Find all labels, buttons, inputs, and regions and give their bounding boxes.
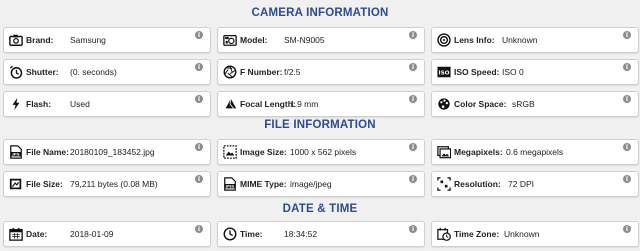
info-icon[interactable]: i [195,175,203,183]
info-icon[interactable]: i [623,225,631,233]
mime-type-card: JPEG MIME Type: image/jpeg i [217,171,425,197]
camera-information-grid: Brand: Samsung i Model: SM-N9005 i Lens … [3,27,639,117]
model-value: SM-N9005 [284,35,325,45]
file-information-heading: FILE INFORMATION [264,119,376,131]
iso-speed-label: ISO Speed: [454,67,500,77]
stopwatch-icon [8,64,24,80]
focal-length-value: 1.9 mm [290,99,319,109]
focal-length-label: Focal Length: [240,99,296,109]
focal-length-card: Focal Length: 1.9 mm i [217,91,425,117]
megapixels-value: 0.6 megapixels [506,147,564,157]
svg-text:JPEG: JPEG [225,185,235,189]
mime-type-label: MIME Type: [240,179,287,189]
camera-icon [8,32,24,48]
model-card: Model: SM-N9005 i [217,27,425,53]
iso-icon: ISO [436,64,452,80]
color-space-value: sRGB [512,99,535,109]
info-icon[interactable]: i [409,63,417,71]
info-icon[interactable]: i [623,143,631,151]
file-name-value: 20180109_183452.jpg [70,147,155,157]
date-time-grid: Date: 2018-01-09 i Time: 18:34:52 i Time… [3,221,639,247]
info-icon[interactable]: i [623,31,631,39]
resolution-icon [436,176,452,192]
lens-icon [436,32,452,48]
calendar-icon [8,226,24,242]
info-icon[interactable]: i [623,175,631,183]
info-icon[interactable]: i [409,31,417,39]
file-name-label: File Name: [26,147,69,157]
file-name-card: JPG File Name: 20180109_183452.jpg i [3,139,211,165]
flash-value: Used [70,99,90,109]
date-time-heading: DATE & TIME [282,203,358,215]
camera-model-icon [222,32,238,48]
color-space-label: Color Space: [454,99,507,109]
brand-card: Brand: Samsung i [3,27,211,53]
image-size-card: Image Size: 1000 x 562 pixels i [217,139,425,165]
file-size-value: 79,211 bytes (0.08 MB) [70,179,158,189]
resolution-card: Resolution: 72 DPI i [431,171,639,197]
time-value: 18:34:52 [284,229,318,239]
f-number-value: f/2.5 [284,67,301,77]
flash-label: Flash: [26,99,52,109]
megapixels-label: Megapixels: [454,147,503,157]
info-icon[interactable]: i [195,225,203,233]
info-icon[interactable]: i [409,95,417,103]
shutter-value: (0. seconds) [70,67,117,77]
info-icon[interactable]: i [195,31,203,39]
camera-information-heading: CAMERA INFORMATION [251,7,389,19]
f-number-label: F Number: [240,67,283,77]
date-label: Date: [26,229,48,239]
color-space-card: Color Space: sRGB i [431,91,639,117]
info-icon[interactable]: i [409,143,417,151]
time-zone-icon [436,226,452,242]
flash-icon [8,96,24,112]
time-card: Time: 18:34:52 i [217,221,425,247]
f-number-card: F Number: f/2.5 i [217,59,425,85]
file-information-grid: JPG File Name: 20180109_183452.jpg i Ima… [3,139,639,197]
aperture-icon [222,64,238,80]
image-size-icon [222,144,238,160]
shutter-label: Shutter: [26,67,59,77]
info-icon[interactable]: i [623,95,631,103]
lens-info-value: Unknown [502,35,538,45]
info-icon[interactable]: i [409,225,417,233]
clock-icon [222,226,238,242]
time-zone-label: Time Zone: [454,229,500,239]
iso-speed-card: ISO ISO Speed: ISO 0 i [431,59,639,85]
time-label: Time: [240,229,263,239]
resolution-label: Resolution: [454,179,501,189]
model-label: Model: [240,35,268,45]
focal-length-icon [222,96,238,112]
time-zone-card: Time Zone: Unknown i [431,221,639,247]
jpg-file-icon: JPG [8,144,24,160]
palette-icon [436,96,452,112]
megapixels-icon [436,144,452,160]
info-icon[interactable]: i [195,143,203,151]
brand-value: Samsung [70,35,106,45]
file-size-label: File Size: [26,179,63,189]
flash-card: Flash: Used i [3,91,211,117]
brand-label: Brand: [26,35,54,45]
file-size-icon [8,176,24,192]
time-zone-value: Unknown [504,229,540,239]
lens-info-label: Lens Info: [454,35,495,45]
info-icon[interactable]: i [623,63,631,71]
lens-info-card: Lens Info: Unknown i [431,27,639,53]
resolution-value: 72 DPI [508,179,534,189]
date-card: Date: 2018-01-09 i [3,221,211,247]
mime-type-value: image/jpeg [290,179,332,189]
image-size-label: Image Size: [240,147,287,157]
shutter-card: Shutter: (0. seconds) i [3,59,211,85]
iso-speed-value: ISO 0 [502,67,524,77]
megapixels-card: Megapixels: 0.6 megapixels i [431,139,639,165]
jpeg-file-icon: JPEG [222,176,238,192]
svg-text:ISO: ISO [438,71,449,77]
file-size-card: File Size: 79,211 bytes (0.08 MB) i [3,171,211,197]
date-value: 2018-01-09 [70,229,114,239]
image-size-value: 1000 x 562 pixels [290,147,357,157]
info-icon[interactable]: i [195,95,203,103]
info-icon[interactable]: i [195,63,203,71]
svg-text:JPG: JPG [11,153,19,157]
info-icon[interactable]: i [409,175,417,183]
